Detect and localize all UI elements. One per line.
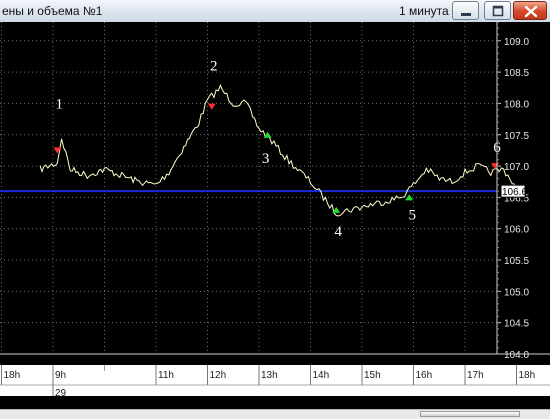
current-price-label: 106.6 <box>502 187 527 198</box>
price-tick-label: 104.5 <box>504 319 529 330</box>
close-button[interactable] <box>513 1 547 20</box>
annotation-label: 1 <box>56 96 64 112</box>
date-label: 29 <box>55 388 67 399</box>
minimize-button[interactable] <box>452 1 479 20</box>
price-tick-label: 107.5 <box>504 131 529 142</box>
time-tick-label: 17h <box>467 370 484 381</box>
minimize-icon <box>461 13 471 16</box>
close-icon <box>524 5 538 18</box>
time-tick-label: 18h <box>4 370 21 381</box>
price-tick-label: 105.5 <box>504 256 529 267</box>
time-tick-label: 12h <box>210 370 227 381</box>
interval-label[interactable]: 1 минута <box>399 4 449 18</box>
time-tick-label: 16h <box>416 370 433 381</box>
annotation-label: 3 <box>262 151 270 167</box>
time-tick-label: 13h <box>261 370 278 381</box>
price-tick-label: 107.0 <box>504 162 529 173</box>
scrollbar-thumb[interactable] <box>420 411 520 417</box>
chart-window: ены и объема №1 1 минута 123456 109.0108… <box>0 0 550 419</box>
chart-background <box>0 22 550 409</box>
price-tick-label: 109.0 <box>504 37 529 48</box>
time-tick-label: 9h <box>55 370 66 381</box>
window-title: ены и объема №1 <box>2 4 103 18</box>
time-tick-label: 11h <box>158 370 174 381</box>
price-tick-label: 105.0 <box>504 287 529 298</box>
time-tick-label: 14h <box>313 370 330 381</box>
annotation-label: 2 <box>210 59 218 75</box>
maximize-button[interactable] <box>484 1 511 20</box>
annotation-label: 4 <box>335 224 343 240</box>
price-tick-label: 108.0 <box>504 99 529 110</box>
time-tick-label: 18h <box>519 370 536 381</box>
price-tick-label: 108.5 <box>504 68 529 79</box>
price-chart[interactable]: 123456 109.0108.5108.0107.5107.0106.5106… <box>0 22 550 409</box>
time-tick-label: 15h <box>364 370 381 381</box>
price-tick-label: 106.0 <box>504 225 529 236</box>
window-titlebar[interactable]: ены и объема №1 1 минута <box>0 0 550 23</box>
maximize-icon <box>492 5 504 17</box>
price-tick-label: 104.0 <box>504 350 529 361</box>
annotation-label: 5 <box>408 207 416 223</box>
